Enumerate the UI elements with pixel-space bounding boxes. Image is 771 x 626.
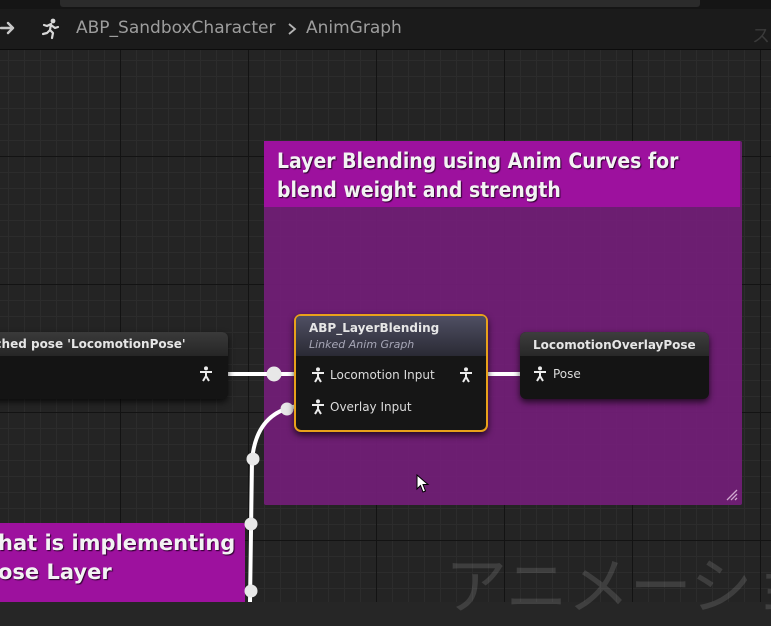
pin-locomotion-input[interactable]: Locomotion Input [330, 368, 435, 382]
node-locomotion-overlay-pose[interactable]: LocomotionOverlayPose Pose [520, 332, 709, 399]
pose-mannequin-icon[interactable] [311, 367, 325, 383]
mouse-pointer-icon [416, 474, 430, 493]
pose-mannequin-icon[interactable] [533, 366, 547, 382]
node-abp-layer-blending[interactable]: ABP_LayerBlending Linked Anim Graph Loco… [294, 314, 488, 432]
node-title: ABP_LayerBlending [309, 321, 440, 335]
node-subtitle: Linked Anim Graph [309, 338, 415, 351]
pin-pose[interactable]: Pose [553, 367, 581, 381]
node-use-cached-pose[interactable]: Use cached pose 'LocomotionPose' [0, 332, 228, 399]
pin-overlay-input[interactable]: Overlay Input [330, 400, 412, 414]
pose-mannequin-icon[interactable] [459, 367, 473, 383]
graph-wires [226, 366, 523, 602]
node-title: LocomotionOverlayPose [533, 338, 696, 352]
pose-mannequin-icon[interactable] [199, 366, 213, 382]
node-title: Use cached pose 'LocomotionPose' [0, 337, 186, 351]
pose-mannequin-icon[interactable] [311, 399, 325, 415]
